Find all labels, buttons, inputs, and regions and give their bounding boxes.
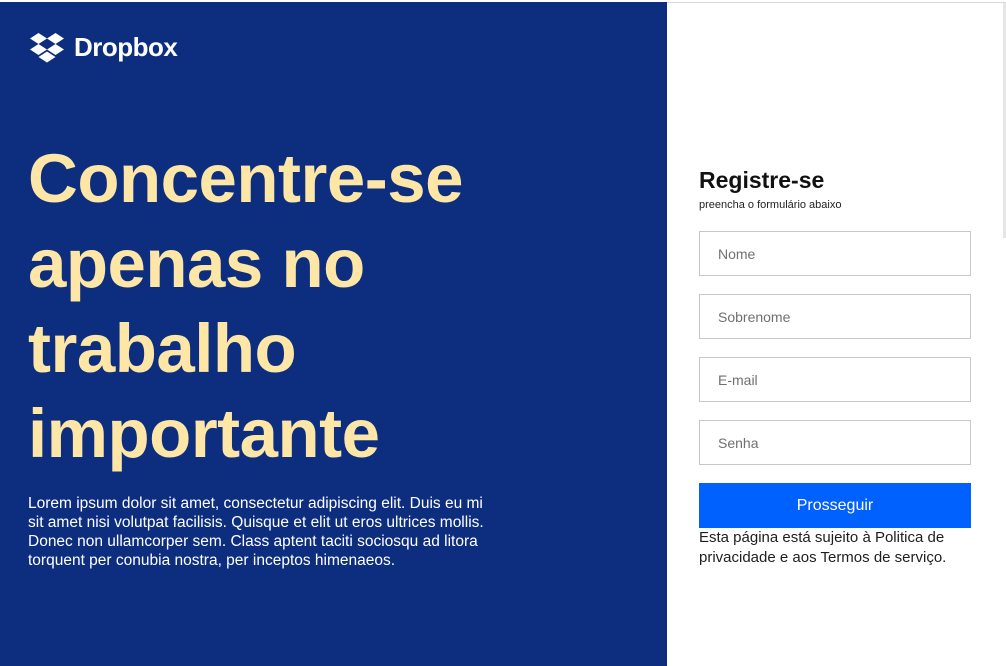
brand-name: Dropbox — [74, 32, 178, 62]
email-field[interactable] — [699, 357, 971, 402]
headline-line: trabalho — [28, 310, 297, 387]
hero-section: Dropbox Concentre-se apenas no trabalho … — [0, 2, 667, 666]
signup-panel: Registre-se preencha o formulário abaixo… — [667, 2, 1006, 666]
hero-headline: Concentre-se apenas no trabalho importan… — [28, 136, 648, 476]
password-field[interactable] — [699, 420, 971, 465]
headline-line: importante — [28, 395, 380, 472]
continue-button[interactable]: Prosseguir — [699, 483, 971, 528]
headline-line: Concentre-se — [28, 140, 463, 217]
first-name-field[interactable] — [699, 231, 971, 276]
brand-logo[interactable]: Dropbox — [30, 32, 178, 63]
hero-description: Lorem ipsum dolor sit amet, consectetur … — [28, 495, 484, 569]
form-subtitle: preencha o formulário abaixo — [699, 199, 842, 211]
legal-notice: Esta página está sujeito à Politica de p… — [699, 529, 947, 566]
last-name-field[interactable] — [699, 294, 971, 339]
headline-line: apenas no — [28, 225, 365, 302]
dropbox-icon — [30, 32, 64, 63]
form-title: Registre-se — [699, 167, 825, 193]
